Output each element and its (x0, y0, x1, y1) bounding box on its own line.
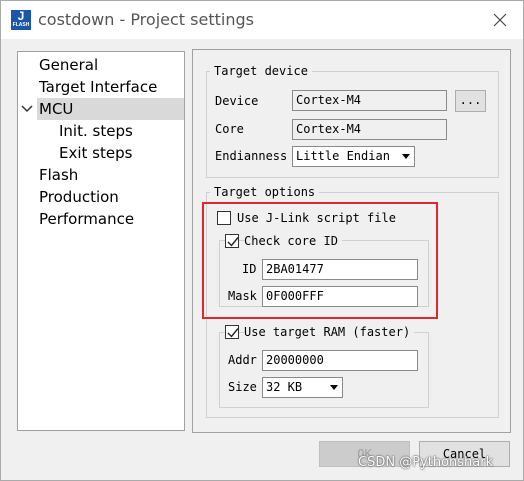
project-settings-window: J FLASH costdown - Project settings Gene… (0, 0, 524, 481)
jflash-app-icon: J FLASH (11, 9, 31, 30)
ram-size-select[interactable]: 32 KB (262, 377, 343, 398)
tree-item-production[interactable]: Production (39, 186, 119, 208)
target-options-legend: Target options (210, 185, 320, 199)
window-title: costdown - Project settings (38, 10, 254, 29)
chevron-down-icon[interactable] (20, 102, 34, 116)
addr-label: Addr (228, 353, 257, 367)
use-ram-label[interactable]: Use target RAM (faster) (244, 324, 415, 340)
tree-item-performance[interactable]: Performance (39, 208, 134, 230)
endianness-label: Endianness (215, 149, 288, 163)
device-label: Device (215, 94, 259, 108)
core-field[interactable]: Cortex-M4 (292, 119, 447, 140)
endianness-select[interactable]: Little Endian (292, 146, 415, 167)
close-icon[interactable] (493, 13, 507, 27)
highlight-box (202, 202, 438, 319)
ram-addr-input[interactable]: 20000000 (262, 350, 418, 371)
settings-tree: General Target Interface MCU Init. steps… (17, 51, 185, 431)
title-bar: J FLASH costdown - Project settings (1, 1, 523, 39)
tree-item-exit-steps[interactable]: Exit steps (59, 142, 132, 164)
tree-item-flash[interactable]: Flash (39, 164, 78, 186)
browse-device-button[interactable]: ... (455, 90, 486, 112)
checkmark-icon (227, 328, 239, 338)
endianness-value: Little Endian (296, 149, 390, 163)
watermark: CSDN @Pythonshark (358, 455, 494, 470)
core-label: Core (215, 122, 244, 136)
ram-size-value: 32 KB (266, 380, 303, 394)
tree-item-init-steps[interactable]: Init. steps (59, 120, 133, 142)
target-device-legend: Target device (210, 64, 312, 78)
tree-item-target-interface[interactable]: Target Interface (39, 76, 157, 98)
device-field[interactable]: Cortex-M4 (292, 90, 447, 111)
size-label: Size (228, 380, 257, 394)
tree-item-mcu[interactable]: MCU (37, 98, 184, 120)
use-ram-checkbox[interactable] (225, 325, 239, 339)
dropdown-arrow-icon (402, 154, 410, 159)
dropdown-arrow-icon (330, 385, 338, 390)
tree-item-general[interactable]: General (39, 54, 98, 76)
